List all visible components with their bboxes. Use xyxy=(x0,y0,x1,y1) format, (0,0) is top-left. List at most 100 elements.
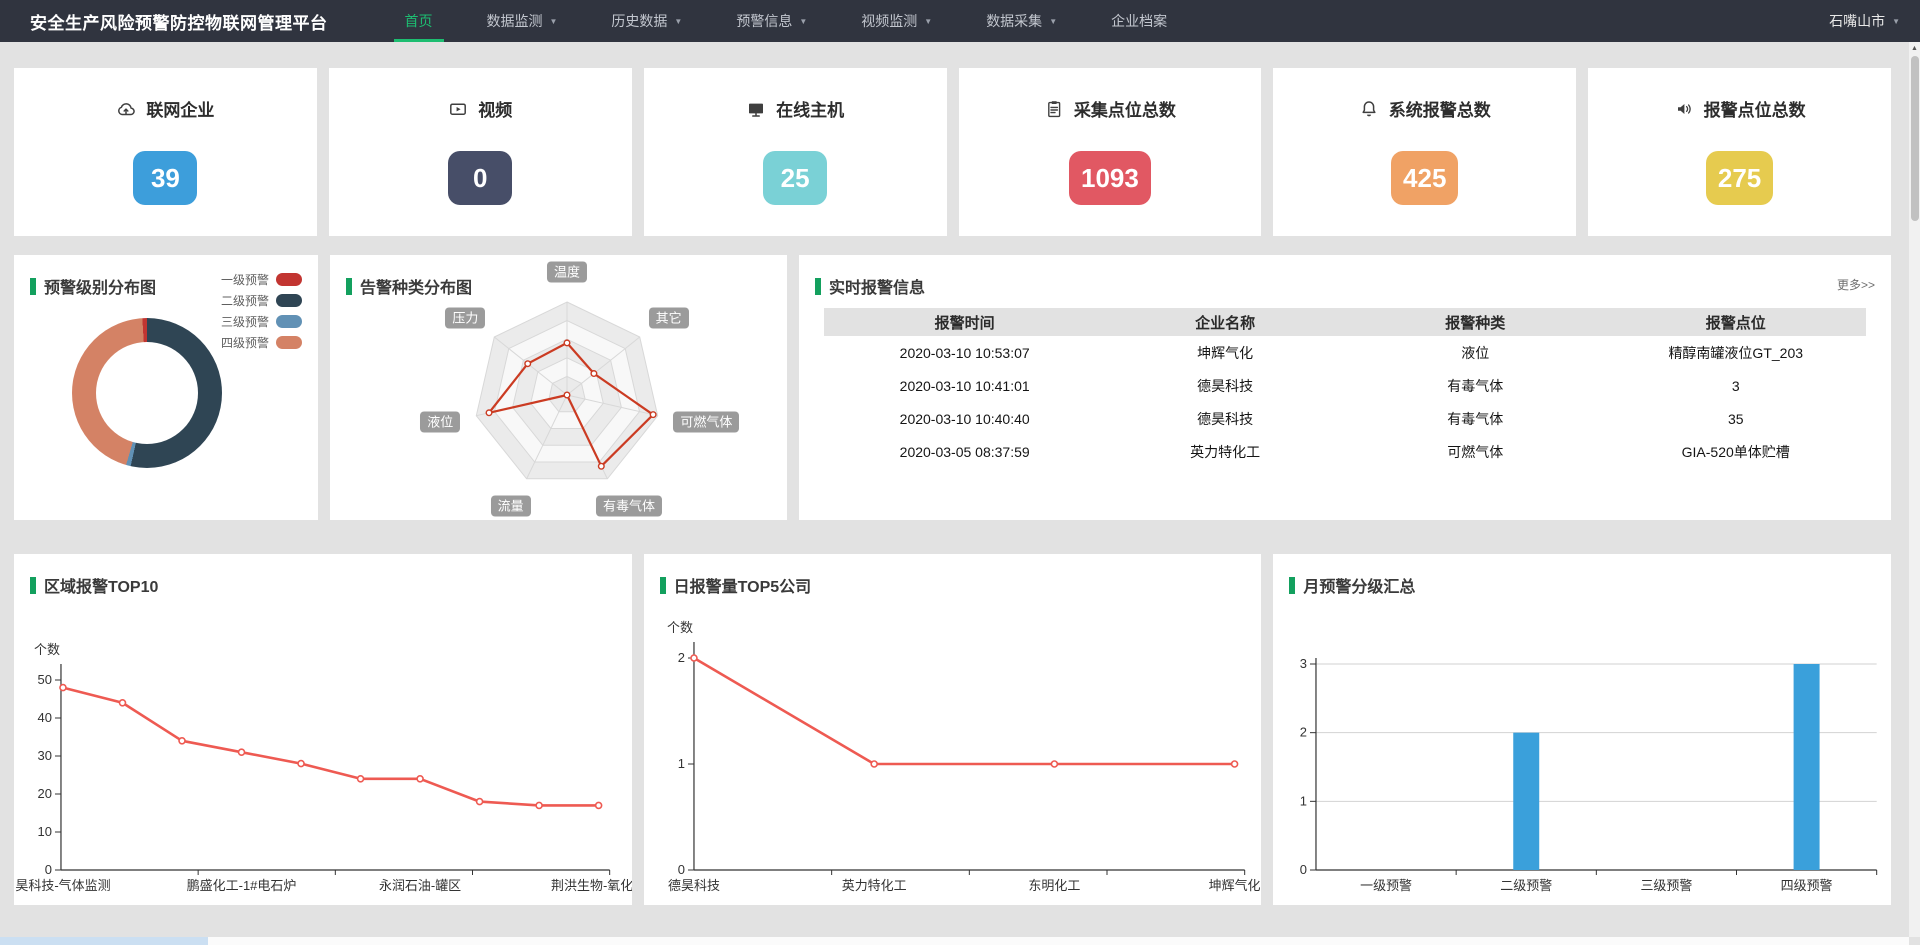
svg-text:一级预警: 一级预警 xyxy=(1360,878,1412,893)
table-row[interactable]: 2020-03-10 10:53:07坤辉气化液位精醇南罐液位GT_203 xyxy=(824,336,1866,369)
area-alarm-top10-panel: 区域报警TOP10 01020304050昊科技-气体监测鹏盛化工-1#电石炉永… xyxy=(14,554,632,905)
table-cell: 坤辉气化 xyxy=(1105,343,1345,363)
svg-text:30: 30 xyxy=(38,748,52,763)
vertical-scrollbar-thumb[interactable] xyxy=(1911,56,1919,221)
monthly-warning-panel: 月预警分级汇总 0123一级预警二级预警三级预警四级预警 xyxy=(1273,554,1891,905)
svg-text:1: 1 xyxy=(1300,793,1307,808)
table-cell: 有毒气体 xyxy=(1345,409,1606,429)
legend-label: 四级预警 xyxy=(221,334,269,351)
svg-text:荆洪生物-氧化反: 荆洪生物-氧化反 xyxy=(551,878,632,893)
nav-item-5[interactable]: 数据采集▼ xyxy=(959,0,1084,42)
region-selector[interactable]: 石嘴山市 ▼ xyxy=(1829,0,1900,42)
nav-item-1[interactable]: 数据监测▼ xyxy=(460,0,585,42)
svg-text:2: 2 xyxy=(677,650,684,665)
stat-value-badge: 25 xyxy=(763,151,827,205)
stat-card-5: 报警点位总数275 xyxy=(1588,68,1891,236)
svg-text:永润石油-罐区: 永润石油-罐区 xyxy=(379,878,461,893)
table-cell: 英力特化工 xyxy=(1105,442,1345,462)
area-alarm-top10-chart: 01020304050昊科技-气体监测鹏盛化工-1#电石炉永润石油-罐区荆洪生物… xyxy=(14,554,632,905)
panel-title-text: 日报警量TOP5公司 xyxy=(674,573,812,597)
legend-swatch xyxy=(276,336,302,349)
legend-label: 二级预警 xyxy=(221,292,269,309)
nav-item-label: 数据采集 xyxy=(986,11,1042,31)
video-icon xyxy=(448,99,468,119)
stat-label: 采集点位总数 xyxy=(1074,96,1176,121)
legend-swatch xyxy=(276,315,302,328)
title-accent-bar xyxy=(30,278,36,295)
donut-legend: 一级预警二级预警三级预警四级预警 xyxy=(221,269,302,353)
nav-item-label: 企业档案 xyxy=(1111,11,1167,31)
chevron-down-icon: ▼ xyxy=(799,17,807,26)
svg-text:0: 0 xyxy=(1300,862,1307,877)
navbar: 安全生产风险预警防控物联网管理平台 首页数据监测▼历史数据▼预警信息▼视频监测▼… xyxy=(0,0,1920,42)
nav-item-2[interactable]: 历史数据▼ xyxy=(584,0,709,42)
middle-row: 预警级别分布图 一级预警二级预警三级预警四级预警 告警种类分布图 温度其它可燃气… xyxy=(14,255,1891,520)
svg-text:鹏盛化工-1#电石炉: 鹏盛化工-1#电石炉 xyxy=(187,878,297,893)
legend-item[interactable]: 一级预警 xyxy=(221,269,302,290)
daily-alarm-top5-panel: 日报警量TOP5公司 012德昊科技英力特化工东明化工坤辉气化个数 xyxy=(644,554,1262,905)
svg-text:德昊科技: 德昊科技 xyxy=(668,878,720,893)
panel-title-text: 实时报警信息 xyxy=(829,274,925,298)
table-cell: 2020-03-05 08:37:59 xyxy=(824,444,1105,460)
panel-title-text: 月预警分级汇总 xyxy=(1303,573,1415,597)
svg-text:0: 0 xyxy=(677,862,684,877)
table-header-cell: 报警点位 xyxy=(1605,312,1866,333)
navbar-menu: 首页 数据监测▼历史数据▼ 预警信息 ▼ 视频监测 ▼ 数据采集▼ 企业档案 xyxy=(378,0,1195,42)
legend-item[interactable]: 二级预警 xyxy=(221,290,302,311)
nav-item-label: 视频监测 xyxy=(861,11,917,31)
title-accent-bar xyxy=(660,577,666,594)
stat-value-badge: 0 xyxy=(448,151,512,205)
legend-swatch xyxy=(276,294,302,307)
table-header-row: 报警时间企业名称报警种类报警点位 xyxy=(824,308,1866,336)
radar-axis-label: 压力 xyxy=(445,308,485,329)
title-accent-bar xyxy=(346,278,352,295)
chevron-down-icon: ▼ xyxy=(924,17,932,26)
panel-title: 月预警分级汇总 xyxy=(1289,573,1415,597)
svg-text:个数: 个数 xyxy=(34,642,60,657)
legend-item[interactable]: 三级预警 xyxy=(221,311,302,332)
radar-axis-label: 可燃气体 xyxy=(673,412,739,433)
region-label: 石嘴山市 xyxy=(1829,11,1885,31)
stat-card-0: 联网企业39 xyxy=(14,68,317,236)
stat-card-header: 报警点位总数 xyxy=(1674,96,1806,121)
panel-title-text: 预警级别分布图 xyxy=(44,274,156,298)
nav-item-label: 历史数据 xyxy=(611,11,667,31)
cloud-upload-icon xyxy=(116,99,136,119)
title-accent-bar xyxy=(815,278,821,295)
svg-text:英力特化工: 英力特化工 xyxy=(841,878,906,893)
svg-text:40: 40 xyxy=(38,710,52,725)
nav-item-label: 预警信息 xyxy=(736,11,792,31)
vertical-scrollbar[interactable]: ▲ xyxy=(1909,42,1920,937)
table-cell: 可燃气体 xyxy=(1345,442,1606,462)
svg-text:50: 50 xyxy=(38,672,52,687)
panel-title-text: 告警种类分布图 xyxy=(360,274,472,298)
stat-card-header: 系统报警总数 xyxy=(1359,96,1491,121)
svg-text:3: 3 xyxy=(1300,656,1307,671)
title-accent-bar xyxy=(30,577,36,594)
table-cell: GIA-520单体贮槽 xyxy=(1605,442,1866,462)
nav-item-3[interactable]: 预警信息 ▼ xyxy=(709,0,834,42)
table-row[interactable]: 2020-03-10 10:40:40德昊科技有毒气体35 xyxy=(824,402,1866,435)
nav-item-label: 首页 xyxy=(405,11,433,31)
svg-text:1: 1 xyxy=(677,756,684,771)
stat-value-badge: 1093 xyxy=(1069,151,1151,205)
table-row[interactable]: 2020-03-10 10:41:01德昊科技有毒气体3 xyxy=(824,369,1866,402)
nav-item-4[interactable]: 视频监测 ▼ xyxy=(834,0,959,42)
stat-label: 报警点位总数 xyxy=(1704,96,1806,121)
svg-text:四级预警: 四级预警 xyxy=(1781,878,1833,893)
stat-label: 视频 xyxy=(478,96,512,121)
more-link[interactable]: 更多>> xyxy=(1837,276,1875,293)
stat-card-header: 在线主机 xyxy=(746,96,844,121)
nav-item-6[interactable]: 企业档案 xyxy=(1084,0,1194,42)
table-row[interactable]: 2020-03-05 08:37:59英力特化工可燃气体GIA-520单体贮槽 xyxy=(824,435,1866,468)
horizontal-scrollbar[interactable] xyxy=(0,937,1909,945)
panel-title: 日报警量TOP5公司 xyxy=(660,573,812,597)
legend-item[interactable]: 四级预警 xyxy=(221,332,302,353)
stats-row: 联网企业39视频0在线主机25采集点位总数1093系统报警总数425报警点位总数… xyxy=(14,68,1891,236)
nav-item-0[interactable]: 首页 xyxy=(378,0,460,42)
scroll-up-arrow-icon[interactable]: ▲ xyxy=(1909,42,1920,55)
horizontal-scrollbar-thumb[interactable] xyxy=(0,937,208,945)
table-header-cell: 企业名称 xyxy=(1105,312,1345,333)
svg-text:三级预警: 三级预警 xyxy=(1641,878,1693,893)
svg-text:个数: 个数 xyxy=(667,620,693,635)
